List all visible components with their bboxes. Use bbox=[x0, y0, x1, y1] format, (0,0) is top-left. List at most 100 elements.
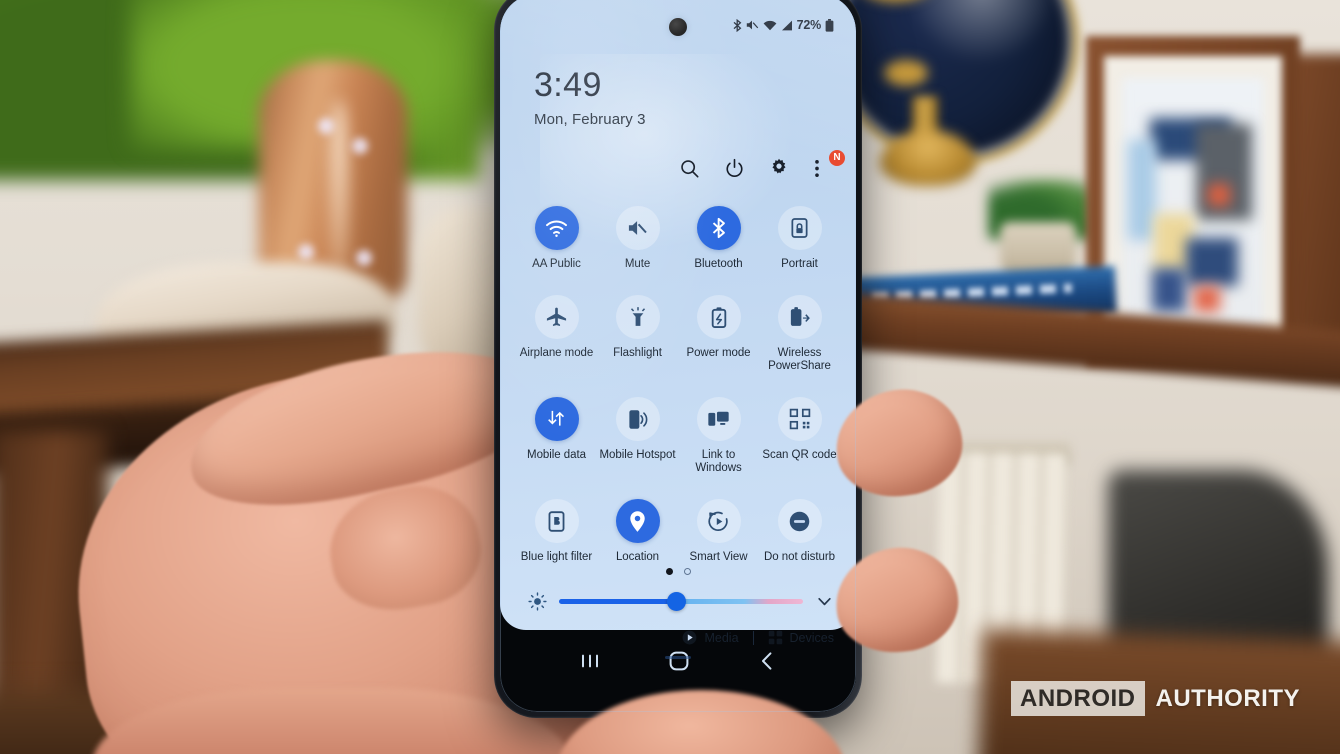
tile-mute[interactable]: Mute bbox=[597, 206, 678, 271]
back-button[interactable] bbox=[757, 650, 777, 672]
chevron-down-icon[interactable] bbox=[815, 592, 834, 611]
page-indicator bbox=[500, 568, 856, 575]
play-circle-icon bbox=[682, 630, 697, 645]
airplane-icon bbox=[534, 295, 579, 339]
brightness-icon bbox=[528, 592, 547, 611]
media-devices-row: Media Devices bbox=[682, 630, 834, 645]
page-dot-active[interactable] bbox=[665, 568, 673, 575]
wifi-icon bbox=[763, 20, 777, 31]
devices-label: Devices bbox=[789, 630, 834, 645]
blue-light-icon bbox=[534, 499, 579, 543]
page-dot[interactable] bbox=[683, 568, 691, 575]
globe-continent bbox=[884, 60, 928, 86]
tile-label: Mute bbox=[624, 258, 651, 270]
watermark-brand-primary: ANDROID bbox=[1011, 681, 1145, 716]
recent-apps-button[interactable] bbox=[579, 651, 601, 671]
tile-label: Power mode bbox=[686, 347, 751, 359]
tile-label: Link to Windows bbox=[695, 449, 742, 474]
vase-speck bbox=[298, 244, 314, 260]
tile-location[interactable]: Location bbox=[597, 499, 678, 564]
watermark-brand-secondary: AUTHORITY bbox=[1155, 685, 1300, 712]
grid-dots-icon bbox=[768, 630, 783, 645]
artwork-shape bbox=[1152, 268, 1186, 312]
rotation-lock-icon bbox=[777, 206, 822, 250]
tile-label: Do not disturb bbox=[764, 551, 835, 563]
qr-code-icon bbox=[777, 397, 822, 441]
photo-scene: 72% 3:49 Mon, February 3 N AA Public Mut… bbox=[0, 0, 1340, 754]
quick-settings-header-actions: N bbox=[679, 150, 845, 180]
status-bar: 72% bbox=[733, 18, 834, 32]
artwork-shape bbox=[1208, 184, 1230, 206]
tile-bluetooth[interactable]: Bluetooth bbox=[678, 206, 759, 271]
location-pin-icon bbox=[615, 499, 660, 543]
tile-scan-qr-code[interactable]: Scan QR code bbox=[759, 397, 840, 475]
cellular-signal-icon bbox=[781, 20, 793, 31]
tile-wireless-powershare[interactable]: Wireless PowerShare bbox=[759, 295, 840, 373]
vase-speck bbox=[352, 138, 368, 154]
clock-date: Mon, February 3 bbox=[534, 111, 646, 128]
artwork-shape bbox=[1194, 286, 1220, 312]
brightness-slider[interactable] bbox=[559, 592, 803, 611]
tile-label: Bluetooth bbox=[694, 258, 743, 270]
media-button[interactable]: Media bbox=[682, 630, 739, 645]
phone-screen: 72% 3:49 Mon, February 3 N AA Public Mut… bbox=[500, 0, 856, 712]
tile-airplane-mode[interactable]: Airplane mode bbox=[516, 295, 597, 373]
brightness-row bbox=[528, 592, 834, 611]
smart-view-icon bbox=[696, 499, 741, 543]
quick-settings-tiles: AA Public Mute Bluetooth Portrait Airpla… bbox=[516, 206, 840, 564]
tile-label: Flashlight bbox=[613, 347, 662, 359]
vase-speck bbox=[318, 118, 334, 134]
tile-label: Scan QR code bbox=[762, 449, 837, 461]
wifi-icon bbox=[534, 206, 579, 250]
search-icon[interactable] bbox=[679, 158, 701, 180]
tile-label: Mobile Hotspot bbox=[599, 449, 676, 461]
flashlight-icon bbox=[615, 295, 660, 339]
clock-block: 3:49 Mon, February 3 bbox=[534, 68, 646, 128]
tile-power-mode[interactable]: Power mode bbox=[678, 295, 759, 373]
vase-speck bbox=[356, 250, 372, 266]
mute-icon bbox=[746, 19, 759, 31]
artwork-shape bbox=[1186, 238, 1238, 286]
hotspot-icon bbox=[615, 397, 660, 441]
tile-label: AA Public bbox=[532, 258, 581, 270]
tile-mobile-hotspot[interactable]: Mobile Hotspot bbox=[597, 397, 678, 475]
tile-aa-public[interactable]: AA Public bbox=[516, 206, 597, 271]
devices-button[interactable]: Devices bbox=[768, 630, 834, 645]
power-icon[interactable] bbox=[724, 158, 746, 180]
tile-portrait[interactable]: Portrait bbox=[759, 206, 840, 271]
bluetooth-icon bbox=[733, 18, 742, 32]
tile-label: Mobile data bbox=[527, 449, 586, 461]
tile-blue-light-filter[interactable]: Blue light filter bbox=[516, 499, 597, 564]
battery-icon bbox=[825, 18, 834, 32]
smartphone-device: 72% 3:49 Mon, February 3 N AA Public Mut… bbox=[494, 0, 862, 718]
tile-do-not-disturb[interactable]: Do not disturb bbox=[759, 499, 840, 564]
phone-bezel: 72% 3:49 Mon, February 3 N AA Public Mut… bbox=[500, 0, 856, 712]
tile-label: Blue light filter bbox=[520, 551, 593, 563]
power-share-icon bbox=[777, 295, 822, 339]
mobile-data-icon bbox=[534, 397, 579, 441]
battery-power-icon bbox=[696, 295, 741, 339]
panel-drag-handle[interactable] bbox=[665, 656, 691, 659]
artwork-shape bbox=[1128, 140, 1156, 240]
media-label: Media bbox=[704, 630, 739, 645]
overflow-menu-icon[interactable]: N bbox=[814, 150, 845, 180]
watermark: ANDROID AUTHORITY bbox=[1011, 681, 1300, 716]
tile-mobile-data[interactable]: Mobile data bbox=[516, 397, 597, 475]
bluetooth-icon bbox=[696, 206, 741, 250]
tile-smart-view[interactable]: Smart View bbox=[678, 499, 759, 564]
link-to-windows-icon bbox=[696, 397, 741, 441]
tile-label: Wireless PowerShare bbox=[768, 347, 831, 372]
gear-icon[interactable] bbox=[769, 158, 791, 180]
clock-time: 3:49 bbox=[534, 66, 602, 104]
tile-label: Portrait bbox=[781, 258, 818, 270]
tile-label: Airplane mode bbox=[519, 347, 594, 359]
brightness-slider-knob[interactable] bbox=[666, 592, 686, 611]
tile-label: Smart View bbox=[689, 551, 748, 563]
tile-flashlight[interactable]: Flashlight bbox=[597, 295, 678, 373]
mute-icon bbox=[615, 206, 660, 250]
tile-label: Location bbox=[615, 551, 660, 563]
home-button[interactable] bbox=[668, 650, 690, 672]
tile-link-to-windows[interactable]: Link to Windows bbox=[678, 397, 759, 475]
front-camera-punch-hole bbox=[669, 18, 687, 36]
notification-badge: N bbox=[829, 150, 845, 166]
